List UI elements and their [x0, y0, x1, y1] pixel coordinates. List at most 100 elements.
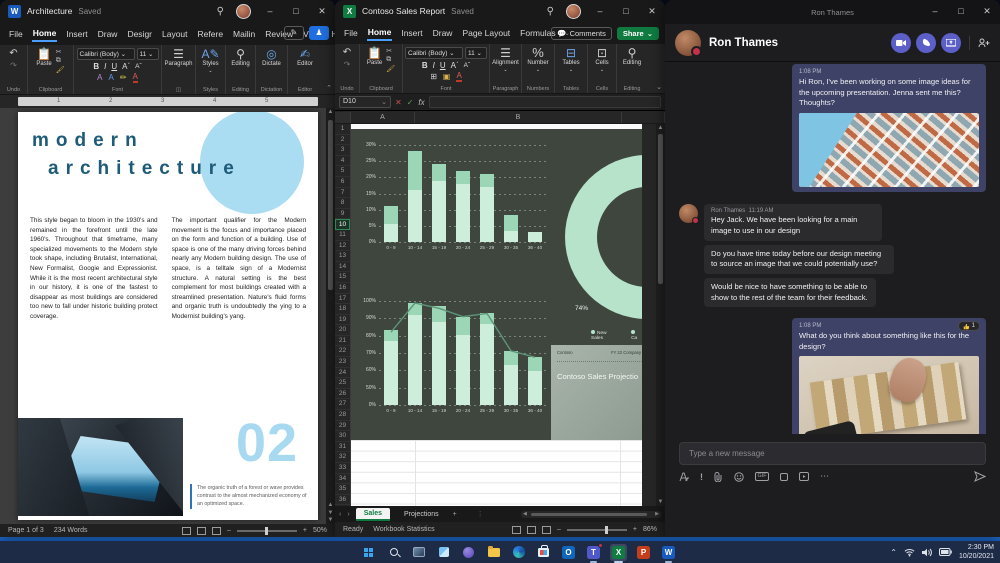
tab-options-icon[interactable]: ⋮: [477, 510, 484, 518]
start-button[interactable]: [360, 544, 377, 561]
row-header-19[interactable]: 19: [335, 315, 350, 326]
row-header-29[interactable]: 29: [335, 421, 350, 432]
row-header-23[interactable]: 23: [335, 357, 350, 368]
page-up-icon[interactable]: ▲: [326, 502, 335, 508]
search-icon[interactable]: ⚲: [217, 6, 224, 17]
row-header-25[interactable]: 25: [335, 378, 350, 389]
row-header-20[interactable]: 20: [335, 325, 350, 336]
add-people-icon[interactable]: [978, 38, 990, 48]
paste-button[interactable]: 📋Paste: [367, 47, 382, 73]
row-header-28[interactable]: 28: [335, 410, 350, 421]
format-icon[interactable]: [679, 472, 689, 482]
account-avatar[interactable]: [566, 4, 581, 19]
row-header-5[interactable]: 5: [335, 166, 350, 177]
maximize-button[interactable]: □: [289, 6, 303, 16]
row-header-15[interactable]: 15: [335, 272, 350, 283]
word-tab-layout[interactable]: Layout: [161, 27, 189, 41]
row-header-35[interactable]: 35: [335, 484, 350, 495]
copy-icon[interactable]: ⧉: [386, 56, 395, 64]
read-mode-icon[interactable]: [182, 527, 191, 535]
row-header-33[interactable]: 33: [335, 463, 350, 474]
task-view-icon[interactable]: [410, 544, 427, 561]
workbook-statistics[interactable]: Workbook Statistics: [373, 526, 434, 533]
font-color-icon[interactable]: A: [133, 72, 138, 83]
screen-share-icon[interactable]: [941, 33, 961, 53]
zoom-in-icon[interactable]: +: [633, 526, 637, 533]
sheet-next-icon[interactable]: ›: [347, 511, 349, 518]
excel-tab-draw[interactable]: Draw: [432, 26, 454, 40]
scroll-up-icon[interactable]: ▲: [656, 125, 665, 131]
row-header-30[interactable]: 30: [335, 431, 350, 442]
row-header-16[interactable]: 16: [335, 283, 350, 294]
word-tab-mailin[interactable]: Mailin: [232, 27, 256, 41]
row-header-18[interactable]: 18: [335, 304, 350, 315]
column-header-a[interactable]: A: [351, 112, 415, 123]
column-header-b[interactable]: B: [415, 112, 622, 123]
row-header-36[interactable]: 36: [335, 495, 350, 506]
italic-button[interactable]: I: [104, 62, 106, 71]
speaker-icon[interactable]: [922, 548, 932, 557]
scroll-up-icon[interactable]: ▲: [326, 109, 335, 115]
word-undo-group[interactable]: ↶↷ Undo: [0, 45, 28, 94]
zoom-out-icon[interactable]: –: [227, 527, 231, 534]
excel-number-group[interactable]: %Number⌄ Numbers: [522, 44, 555, 93]
word-vertical-scrollbar[interactable]: ▲ ▲ ▼ ▼: [326, 108, 335, 524]
video-call-icon[interactable]: [891, 33, 911, 53]
font-grow-icon[interactable]: Aˊ: [451, 61, 459, 70]
more-icon[interactable]: ⋯: [820, 471, 829, 482]
word-editing-group[interactable]: ⚲Editing Editing: [226, 45, 256, 94]
excel-cells-group[interactable]: ⊡Cells⌄ Cells: [588, 44, 617, 93]
sheet-tab-projections[interactable]: Projections: [396, 509, 447, 520]
expand-ribbon-icon[interactable]: ⌄: [656, 83, 662, 91]
font-size-select[interactable]: 11 ⌄: [465, 47, 487, 59]
row-header-9[interactable]: 9: [335, 209, 350, 220]
close-button[interactable]: ✕: [980, 6, 994, 17]
font-shrink-icon[interactable]: Aˇ: [464, 62, 471, 69]
fx-icon[interactable]: fx: [418, 98, 424, 107]
page-indicator[interactable]: Page 1 of 3: [8, 527, 44, 534]
row-header-31[interactable]: 31: [335, 442, 350, 453]
word-document-area[interactable]: modern architecture This style began to …: [0, 108, 335, 524]
excel-tab-home[interactable]: Home: [367, 25, 393, 41]
cell-name-box[interactable]: D10⌄: [339, 96, 391, 108]
received-message[interactable]: Ron Thames 11:19 AM Hey Jack. We have be…: [704, 204, 882, 241]
row-header-22[interactable]: 22: [335, 346, 350, 357]
word-tab-draw[interactable]: Draw: [97, 27, 119, 41]
maximize-button[interactable]: □: [619, 6, 633, 16]
word-zoom-level[interactable]: 50%: [313, 527, 327, 534]
word-dictate-group[interactable]: ◎Dictate Dictation: [256, 45, 288, 94]
scroll-down-icon[interactable]: ▼: [326, 517, 335, 523]
row-header-17[interactable]: 17: [335, 294, 350, 305]
contact-avatar[interactable]: [679, 204, 698, 223]
copy-icon[interactable]: ⧉: [56, 57, 65, 65]
row-header-2[interactable]: 2: [335, 135, 350, 146]
word-titlebar[interactable]: W Architecture Saved ⚲ – □ ✕: [0, 0, 335, 22]
priority-icon[interactable]: !: [700, 472, 703, 482]
underline-button[interactable]: U: [440, 61, 446, 70]
row-header-32[interactable]: 32: [335, 452, 350, 463]
close-button[interactable]: ✕: [315, 6, 329, 17]
sheet-prev-icon[interactable]: ‹: [339, 511, 341, 518]
word-count[interactable]: 234 Words: [54, 527, 88, 534]
row-header-3[interactable]: 3: [335, 145, 350, 156]
bold-button[interactable]: B: [93, 62, 99, 71]
excel-undo-group[interactable]: ↶↷ Undo: [335, 44, 360, 93]
cut-icon[interactable]: ✂: [56, 48, 65, 56]
attach-icon[interactable]: [714, 472, 723, 482]
sheet-empty-rows[interactable]: [351, 440, 642, 506]
borders-icon[interactable]: ⊞: [430, 72, 437, 81]
battery-icon[interactable]: [939, 548, 952, 556]
font-shrink-icon[interactable]: Aˇ: [135, 63, 142, 70]
excel-tab-page-layout[interactable]: Page Layout: [461, 26, 511, 40]
sheet-tab-sales[interactable]: Sales: [356, 508, 390, 521]
sticker-icon[interactable]: [780, 473, 788, 481]
minimize-button[interactable]: –: [928, 6, 942, 16]
thumbs-up-reaction[interactable]: 1: [958, 321, 980, 331]
word-tab-refere[interactable]: Refere: [197, 27, 225, 41]
teams-message-list[interactable]: 1:08 PM Hi Ron, I've been working on som…: [665, 62, 1000, 434]
font-name-select[interactable]: Calibri (Body) ⌄: [77, 48, 135, 60]
excel-comments-button[interactable]: 💬 Comments: [551, 27, 612, 40]
row-header-6[interactable]: 6: [335, 177, 350, 188]
row-header-12[interactable]: 12: [335, 241, 350, 252]
font-name-select[interactable]: Calibri (Body) ⌄: [405, 47, 463, 59]
